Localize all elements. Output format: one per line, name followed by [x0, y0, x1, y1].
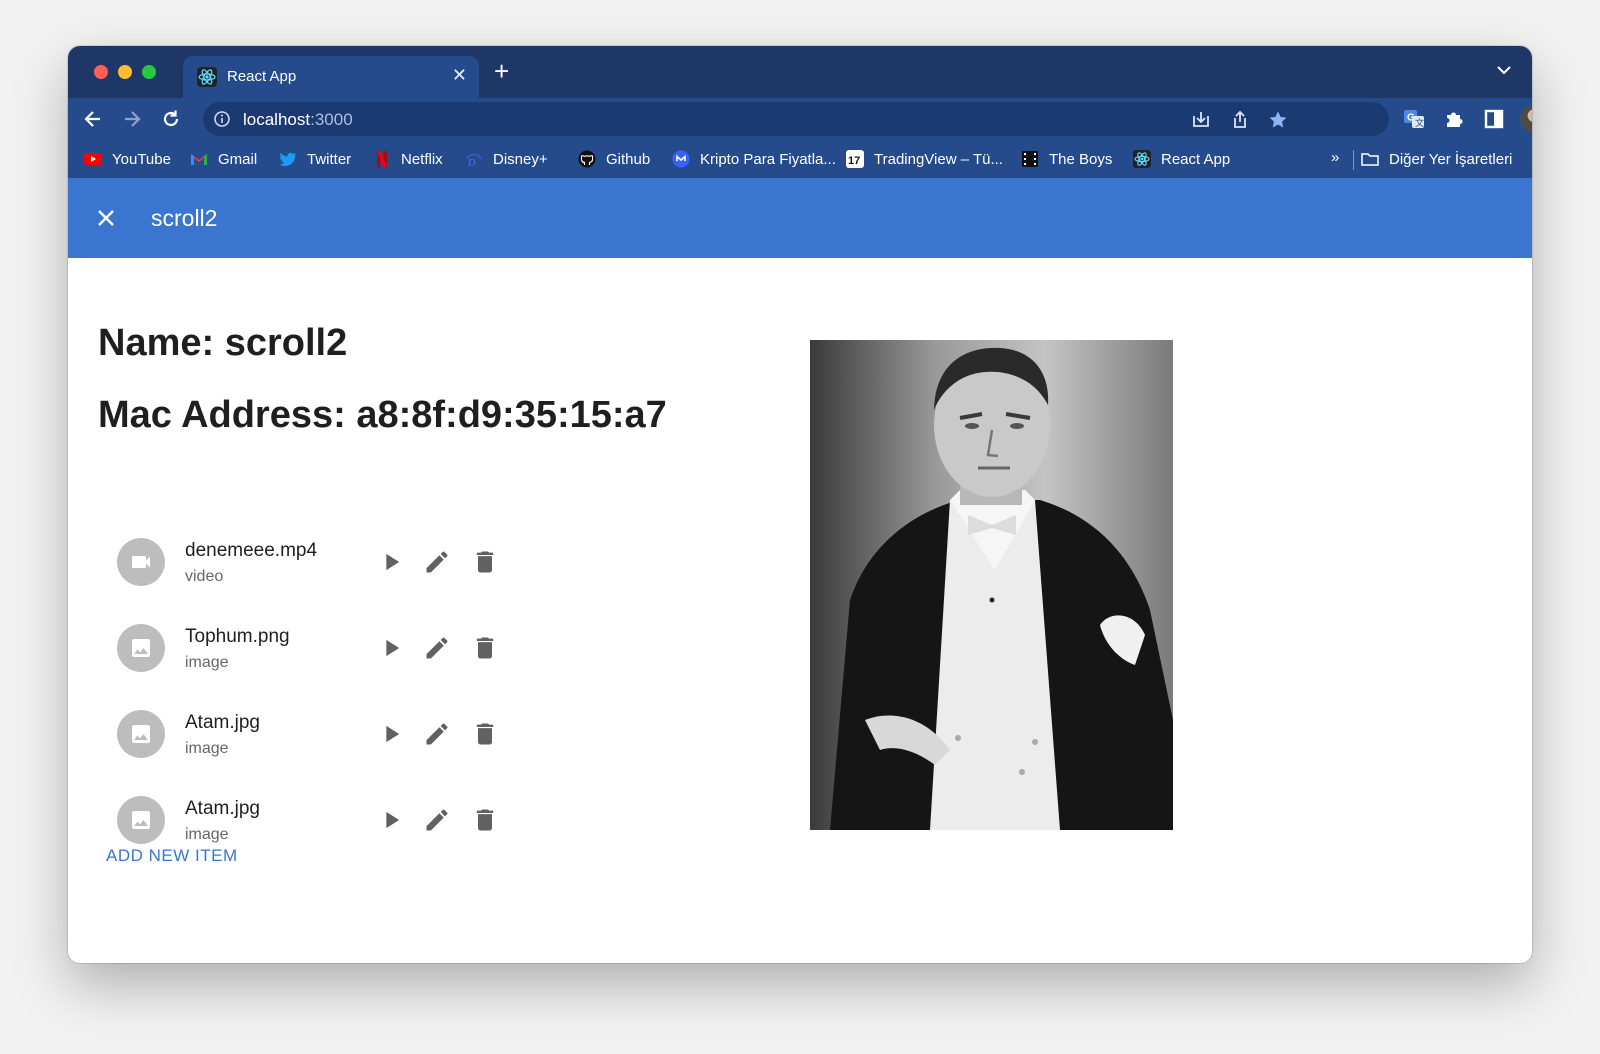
delete-trash-icon[interactable]	[471, 806, 499, 834]
translate-icon[interactable]: G 文	[1403, 108, 1425, 130]
disney-icon: D	[466, 153, 482, 168]
netflix-icon	[377, 151, 387, 167]
svg-text:17: 17	[848, 155, 860, 167]
close-window-button[interactable]	[94, 65, 108, 79]
item-avatar	[117, 796, 165, 844]
install-app-icon[interactable]	[1191, 110, 1211, 130]
device-name-heading: Name: scroll2	[98, 322, 348, 364]
bookmark-the-boys[interactable]: The Boys	[1021, 149, 1112, 169]
image-icon	[132, 639, 150, 657]
chevron-down-icon[interactable]	[1496, 64, 1512, 76]
bookmark-kripto[interactable]: Kripto Para Fiyatla...	[672, 149, 836, 169]
minimize-window-button[interactable]	[118, 65, 132, 79]
item-avatar	[117, 538, 165, 586]
delete-trash-icon[interactable]	[471, 720, 499, 748]
gmail-icon	[191, 154, 207, 165]
list-item: Tophum.png image	[117, 624, 537, 684]
videocam-icon	[132, 556, 150, 568]
delete-trash-icon[interactable]	[471, 634, 499, 662]
play-icon[interactable]	[377, 720, 405, 748]
tradingview-icon: 17	[846, 150, 864, 168]
item-name: Atam.jpg	[185, 798, 260, 819]
image-icon	[132, 811, 150, 829]
github-icon	[578, 150, 596, 168]
play-icon[interactable]	[377, 806, 405, 834]
bookmark-netflix[interactable]: Netflix	[373, 149, 443, 169]
profile-avatar[interactable]	[1520, 105, 1532, 133]
close-tab-icon[interactable]: ✕	[452, 65, 467, 86]
forward-arrow-icon[interactable]	[121, 108, 143, 130]
item-type: image	[185, 740, 229, 757]
mac-address-heading: Mac Address: a8:8f:d9:35:15:a7	[98, 394, 667, 436]
new-tab-button[interactable]: +	[494, 58, 509, 84]
item-name: Atam.jpg	[185, 712, 260, 733]
bookmark-disney[interactable]: D Disney+	[465, 149, 548, 169]
app-bar-title: scroll2	[151, 205, 218, 231]
delete-trash-icon[interactable]	[471, 548, 499, 576]
edit-pencil-icon[interactable]	[423, 806, 451, 834]
browser-window: React App ✕ + localhost:3000 G 文 YouTube…	[68, 46, 1532, 963]
browser-toolbar: localhost:3000 G 文	[68, 98, 1532, 140]
play-icon[interactable]	[377, 634, 405, 662]
bookmarks-bar: YouTube Gmail Twitter Netflix D Disney+ …	[68, 140, 1532, 178]
bookmark-twitter[interactable]: Twitter	[279, 149, 351, 169]
other-bookmarks-folder[interactable]: Diğer Yer İşaretleri	[1361, 149, 1512, 169]
media-preview-image	[810, 340, 1173, 830]
edit-pencil-icon[interactable]	[423, 634, 451, 662]
tab-react-app[interactable]: React App ✕	[183, 56, 479, 98]
film-icon	[1022, 151, 1038, 167]
main-content: Name: scroll2 Mac Address: a8:8f:d9:35:1…	[68, 258, 1532, 963]
extensions-puzzle-icon[interactable]	[1443, 108, 1465, 130]
edit-pencil-icon[interactable]	[423, 548, 451, 576]
item-name: denemeee.mp4	[185, 540, 318, 561]
bookmarks-divider	[1353, 150, 1354, 170]
bookmark-youtube[interactable]: YouTube	[84, 149, 171, 169]
edit-pencil-icon[interactable]	[423, 720, 451, 748]
add-new-item-button[interactable]: ADD NEW ITEM	[106, 846, 238, 866]
app-bar: scroll2	[68, 178, 1532, 258]
back-arrow-icon[interactable]	[82, 108, 104, 130]
bookmark-gmail[interactable]: Gmail	[190, 149, 257, 169]
item-type: video	[185, 568, 224, 585]
url-text: localhost:3000	[243, 110, 353, 129]
item-name: Tophum.png	[185, 626, 290, 647]
tab-strip: React App ✕ +	[68, 46, 1532, 98]
react-icon	[1133, 150, 1151, 168]
maximize-window-button[interactable]	[142, 65, 156, 79]
address-bar[interactable]: localhost:3000	[203, 102, 1389, 136]
list-item: Atam.jpg image	[117, 710, 537, 770]
bookmark-star-icon[interactable]	[1268, 110, 1288, 130]
site-info-icon[interactable]	[213, 110, 231, 128]
close-icon[interactable]	[96, 208, 116, 228]
bookmark-react-app[interactable]: React App	[1133, 149, 1230, 169]
bookmark-tradingview[interactable]: 17 TradingView – Tü...	[846, 149, 1003, 169]
image-icon	[132, 725, 150, 743]
tab-title: React App	[227, 68, 297, 85]
portrait-photo	[810, 340, 1173, 830]
item-type: image	[185, 826, 229, 843]
svg-text:D: D	[467, 158, 476, 168]
svg-text:文: 文	[1415, 117, 1424, 128]
side-panel-icon[interactable]	[1483, 108, 1505, 130]
item-avatar	[117, 624, 165, 672]
crypto-icon	[672, 150, 690, 168]
list-item: denemeee.mp4 video	[117, 538, 537, 598]
play-icon[interactable]	[377, 548, 405, 576]
share-icon[interactable]	[1230, 110, 1250, 130]
reload-icon[interactable]	[160, 108, 182, 130]
twitter-icon	[279, 152, 296, 167]
bookmark-github[interactable]: Github	[578, 149, 650, 169]
react-icon	[197, 67, 217, 87]
item-avatar	[117, 710, 165, 758]
bookmarks-overflow-button[interactable]: »	[1331, 149, 1339, 166]
youtube-icon	[84, 153, 102, 165]
folder-icon	[1361, 153, 1379, 166]
item-type: image	[185, 654, 229, 671]
